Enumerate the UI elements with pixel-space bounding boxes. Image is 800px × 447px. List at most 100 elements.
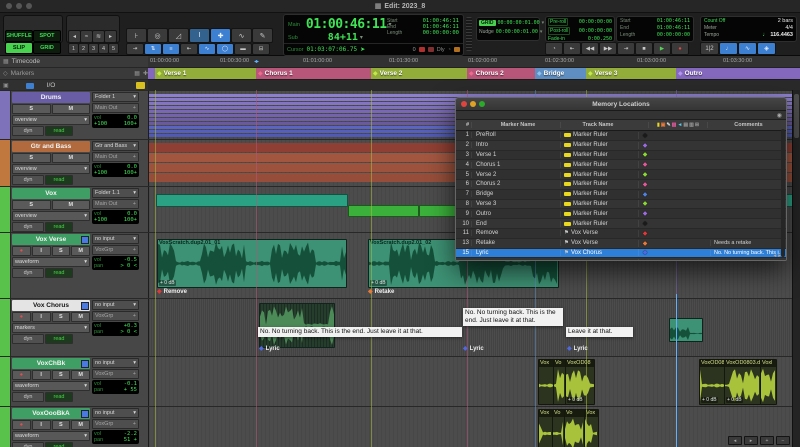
comments-column-header[interactable]: Comments [707,122,786,128]
zoom-preset-add-icon[interactable]: ⇥ [126,43,144,55]
track-name[interactable]: Drums [12,92,90,103]
number-column-header[interactable]: # [456,122,471,128]
insertion-follows-toggle[interactable]: ⇤ [180,43,198,55]
audio-clip[interactable]: Vox [538,359,554,405]
input-monitor-button[interactable]: I [32,312,51,322]
mute-button[interactable]: M [71,420,90,430]
track-input-selector[interactable]: Folder 1.1▾ [92,188,139,198]
marker-tool-icon[interactable] [136,82,145,89]
mute-button[interactable]: M [52,200,91,210]
automation-mode-button[interactable]: read [45,334,73,344]
track-input-selector[interactable]: no input▾ [92,358,139,368]
solo-button[interactable]: S [12,200,51,210]
memory-location-row[interactable]: 10EndMarker Ruler◆ [456,219,786,229]
pre-post-column-icon[interactable]: ◄ [677,122,682,128]
automation-mode-button[interactable]: read [45,442,73,447]
dyn-selector[interactable]: dyn [12,392,44,402]
marker-segment[interactable]: ◆Chorus 2 [467,68,536,79]
dyn-selector[interactable]: dyn [12,268,44,278]
track-output-selector[interactable]: Main Out+ [92,199,139,209]
scroll-left-icon[interactable]: ◂ [728,436,742,445]
track-height-column-icon[interactable]: ▥ [689,122,694,128]
track-header[interactable]: Vox Verse●ISMwaveform▾dynreadno input▾Vo… [0,233,149,298]
track-lane[interactable]: VoxVoVoxOD08+ 0 dBVoxOD08+ 0 dBVoxOD0803… [149,357,800,406]
post-roll-button[interactable]: Post-roll [548,27,570,35]
edit-insertion-icon[interactable] [428,47,434,52]
track-input-selector[interactable]: no input▾ [92,234,139,244]
scrubber-tool[interactable]: ∿ [231,28,252,43]
metronome-button[interactable]: ♩ [719,42,738,55]
group-column-icon[interactable]: ⊞ [695,122,699,128]
edit-mode-spot[interactable]: SPOT [33,30,61,42]
record-arm-button[interactable]: ● [12,370,31,380]
track-view-selector[interactable]: overview▾ [12,164,90,174]
play-button[interactable]: ▶ [653,42,671,55]
track-name[interactable]: Vox [12,188,90,199]
memory-location-row[interactable]: 13Retake⚑Vox Verse◆Needs a retake [456,239,786,249]
scroll-right-icon[interactable]: ▸ [744,436,758,445]
memory-location-row[interactable]: 4Chorus 1Marker Ruler◆ [456,160,786,170]
countoff-value[interactable]: 2 bars [778,18,793,24]
audio-clip[interactable]: Vox [584,409,599,447]
edit-mode-slip[interactable]: SLIP [5,42,33,54]
timecode-ruler-header[interactable]: ▦ Timecode [0,56,148,68]
memory-location-row[interactable]: 8Verse 3Marker Ruler◆ [456,200,786,210]
grabber-tool[interactable]: ✚ [210,28,231,43]
link-selection-toggle[interactable]: ≡ [162,43,180,55]
memory-location-row[interactable]: 2IntroMarker Ruler◆ [456,141,786,151]
track-input-selector[interactable]: Folder 1▾ [92,92,139,102]
input-monitor-button[interactable]: I [32,246,51,256]
track-list-icon[interactable]: ▣ [3,82,9,89]
close-icon[interactable] [6,3,12,9]
window-controls[interactable] [6,3,32,9]
memory-location-row[interactable]: 12Lyric⚑Vox Chorus◆No. No turning back. … [456,258,786,261]
marker-list-icon[interactable]: ▦ [134,70,140,77]
rewind-button[interactable]: ◀◀ [581,42,599,55]
solo-button[interactable]: S [52,370,71,380]
track-marker[interactable]: ◆Lyric [259,345,280,352]
edit-window-view-icon[interactable] [26,83,34,89]
track-name[interactable]: Gtr and Bass [12,141,90,152]
automation-mode-button[interactable]: read [45,175,73,185]
automation-mode-button[interactable]: read [45,222,73,232]
layered-editing-toggle[interactable]: ▬ [234,43,252,55]
track-name[interactable]: VoxChBk [12,358,90,369]
track-output-selector[interactable]: Main Out+ [92,103,139,113]
return-to-zero-button[interactable]: ⇤ [563,42,581,55]
memory-scroll-arrows[interactable]: ◂▸ [773,253,783,259]
delay-compensation-icon[interactable] [454,47,460,52]
folder-clip-block[interactable] [348,205,419,217]
selection-column-icon[interactable]: ▣ [661,122,666,128]
memory-location-row[interactable]: 6Chorus 2Marker Ruler◆ [456,180,786,190]
solo-button[interactable]: S [52,246,71,256]
automation-mode-button[interactable]: read [45,268,73,278]
fast-forward-button[interactable]: ▶▶ [599,42,617,55]
timeline-insertion-icon[interactable] [419,47,425,52]
memory-location-row[interactable]: 5Verse 2Marker Ruler◆ [456,170,786,180]
grid-value[interactable]: 00:00:00:01.00 [498,20,540,26]
audio-clip[interactable]: VoxOD08+ 0 dB [699,359,725,405]
dyn-selector[interactable]: dyn [12,442,44,447]
track-header[interactable]: Gtr and BassSMoverview▾dynreadGtr and Ba… [0,140,149,186]
minimize-icon[interactable] [16,3,22,9]
playhead-caret-icon[interactable]: ◂▸ [254,58,258,65]
tab-transient-icon[interactable]: ⊦ [126,28,147,43]
midi-merge-button[interactable]: ◈ [757,42,776,55]
marker-segment[interactable]: ◆Verse 1 [155,68,257,79]
track-lane[interactable]: ◆Lyric◆Lyric◆LyricNo. No turning back. T… [149,299,800,356]
memory-location-row[interactable]: 3Verse 1Marker Ruler◆ [456,151,786,161]
track-header[interactable]: VoxChBk●ISMwaveform▾dynreadno input▾VoxG… [0,357,149,406]
marker-column-icon[interactable]: ▮ [657,122,660,128]
nudge-dropdown-icon[interactable]: ▾ [540,29,543,35]
loop-playback-toggle[interactable]: ◯ [216,43,234,55]
marker-segment[interactable]: ◆Bridge [535,68,587,79]
pre-roll-button[interactable]: Pre-roll [548,18,568,26]
zoomer-tool[interactable]: ◎ [147,28,168,43]
vertical-scrollbar[interactable] [792,90,800,447]
conductor-button[interactable]: ∿ [738,42,757,55]
track-view-selector[interactable]: waveform▾ [12,257,90,267]
memory-location-row[interactable]: 11Remove⚑Vox Verse◆ [456,229,786,239]
go-to-end-button[interactable]: ⇥ [617,42,635,55]
sub-counter-dropdown-icon[interactable]: ▾ [360,34,363,41]
edit-mode-grid[interactable]: GRID [33,42,61,54]
